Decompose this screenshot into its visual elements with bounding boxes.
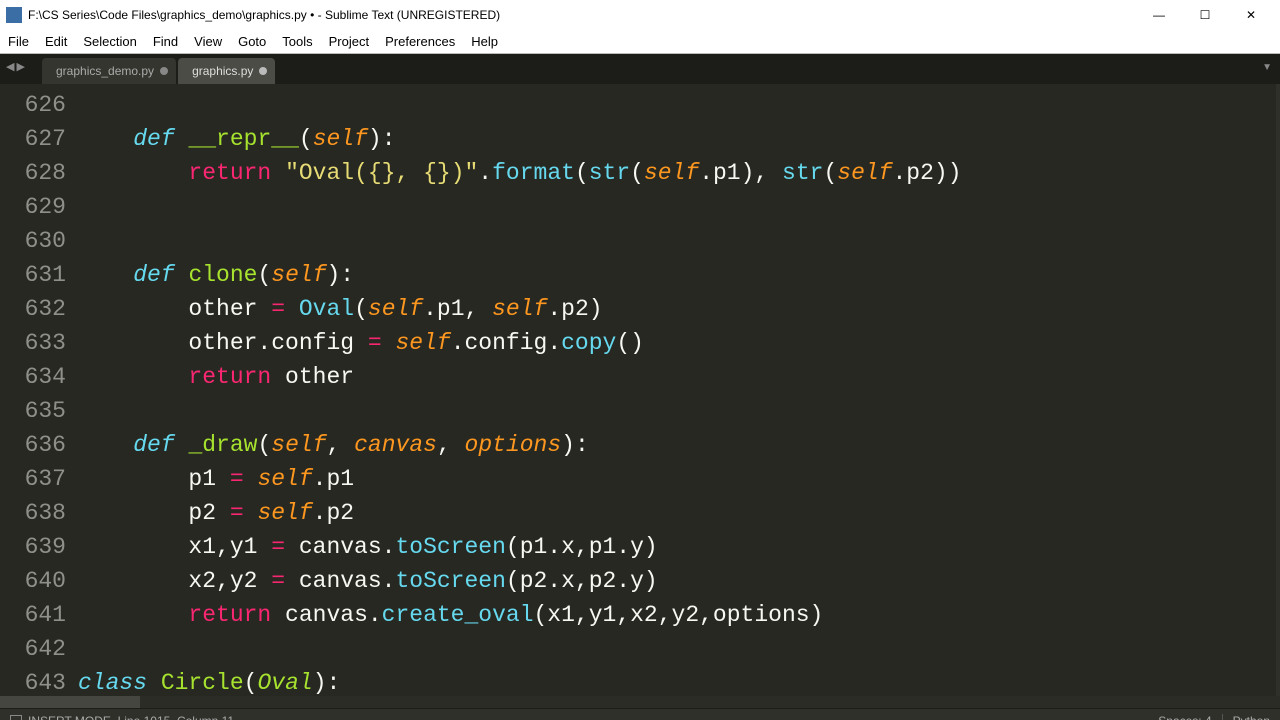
minimap[interactable]: [1276, 84, 1280, 696]
maximize-button[interactable]: ☐: [1182, 0, 1228, 30]
tab-graphics-py[interactable]: graphics.py: [178, 58, 275, 84]
tab-nav-right-icon[interactable]: ▶: [16, 60, 24, 73]
code-line[interactable]: def __repr__(self):: [78, 122, 1276, 156]
menu-selection[interactable]: Selection: [83, 34, 136, 49]
code-line[interactable]: def _draw(self, canvas, options):: [78, 428, 1276, 462]
code-line[interactable]: def clone(self):: [78, 258, 1276, 292]
line-number: 630: [0, 224, 66, 258]
code-line[interactable]: x1,y1 = canvas.toScreen(p1.x,p1.y): [78, 530, 1276, 564]
code-line[interactable]: class Circle(Oval):: [78, 666, 1276, 696]
code-line[interactable]: other.config = self.config.copy(): [78, 326, 1276, 360]
menu-edit[interactable]: Edit: [45, 34, 67, 49]
line-number: 637: [0, 462, 66, 496]
line-number: 631: [0, 258, 66, 292]
tab-label: graphics_demo.py: [56, 64, 154, 78]
line-number: 634: [0, 360, 66, 394]
code-line[interactable]: other = Oval(self.p1, self.p2): [78, 292, 1276, 326]
line-number: 641: [0, 598, 66, 632]
menu-view[interactable]: View: [194, 34, 222, 49]
code-line[interactable]: p2 = self.p2: [78, 496, 1276, 530]
line-gutter: 6266276286296306316326336346356366376386…: [0, 84, 78, 696]
code-line[interactable]: [78, 88, 1276, 122]
code-line[interactable]: [78, 190, 1276, 224]
minimize-button[interactable]: —: [1136, 0, 1182, 30]
line-number: 632: [0, 292, 66, 326]
menu-project[interactable]: Project: [329, 34, 369, 49]
line-number: 636: [0, 428, 66, 462]
tab-nav-arrows[interactable]: ◀ ▶: [6, 60, 25, 73]
line-number: 639: [0, 530, 66, 564]
editor-area[interactable]: 6266276286296306316326336346356366376386…: [0, 84, 1280, 696]
line-number: 640: [0, 564, 66, 598]
code-line[interactable]: [78, 224, 1276, 258]
line-number: 629: [0, 190, 66, 224]
line-number: 633: [0, 326, 66, 360]
line-number: 635: [0, 394, 66, 428]
dirty-indicator-icon: [259, 67, 267, 75]
horizontal-scrollbar[interactable]: [0, 696, 1280, 708]
status-separator: [1222, 714, 1223, 720]
menu-preferences[interactable]: Preferences: [385, 34, 455, 49]
code-line[interactable]: [78, 394, 1276, 428]
window-titlebar: F:\CS Series\Code Files\graphics_demo\gr…: [0, 0, 1280, 30]
tab-graphics_demo-py[interactable]: graphics_demo.py: [42, 58, 176, 84]
app-icon: [6, 7, 22, 23]
code-line[interactable]: return canvas.create_oval(x1,y1,x2,y2,op…: [78, 598, 1276, 632]
menu-help[interactable]: Help: [471, 34, 498, 49]
menu-file[interactable]: File: [8, 34, 29, 49]
menu-bar: File Edit Selection Find View Goto Tools…: [0, 30, 1280, 54]
code-line[interactable]: x2,y2 = canvas.toScreen(p2.x,p2.y): [78, 564, 1276, 598]
code-line[interactable]: return other: [78, 360, 1276, 394]
menu-tools[interactable]: Tools: [282, 34, 312, 49]
tab-label: graphics.py: [192, 64, 253, 78]
menu-find[interactable]: Find: [153, 34, 178, 49]
tab-overflow-icon[interactable]: ▼: [1262, 62, 1272, 73]
status-mode: INSERT MODE, Line 1015, Column 11: [28, 714, 234, 720]
code-content[interactable]: def __repr__(self): return "Oval({}, {})…: [78, 84, 1276, 696]
code-line[interactable]: return "Oval({}, {})".format(str(self.p1…: [78, 156, 1276, 190]
line-number: 643: [0, 666, 66, 700]
line-number: 638: [0, 496, 66, 530]
tab-nav-left-icon[interactable]: ◀: [6, 60, 14, 73]
tab-strip: ◀ ▶ graphics_demo.py graphics.py ▼: [0, 54, 1280, 84]
line-number: 642: [0, 632, 66, 666]
code-line[interactable]: p1 = self.p1: [78, 462, 1276, 496]
status-spaces[interactable]: Spaces: 4: [1158, 714, 1211, 720]
status-panel-icon[interactable]: [10, 715, 22, 720]
line-number: 627: [0, 122, 66, 156]
code-line[interactable]: [78, 632, 1276, 666]
menu-goto[interactable]: Goto: [238, 34, 266, 49]
status-bar: INSERT MODE, Line 1015, Column 11 Spaces…: [0, 708, 1280, 720]
dirty-indicator-icon: [160, 67, 168, 75]
line-number: 626: [0, 88, 66, 122]
status-syntax[interactable]: Python: [1233, 714, 1270, 720]
line-number: 628: [0, 156, 66, 190]
close-button[interactable]: ✕: [1228, 0, 1274, 30]
window-title: F:\CS Series\Code Files\graphics_demo\gr…: [28, 8, 1136, 22]
